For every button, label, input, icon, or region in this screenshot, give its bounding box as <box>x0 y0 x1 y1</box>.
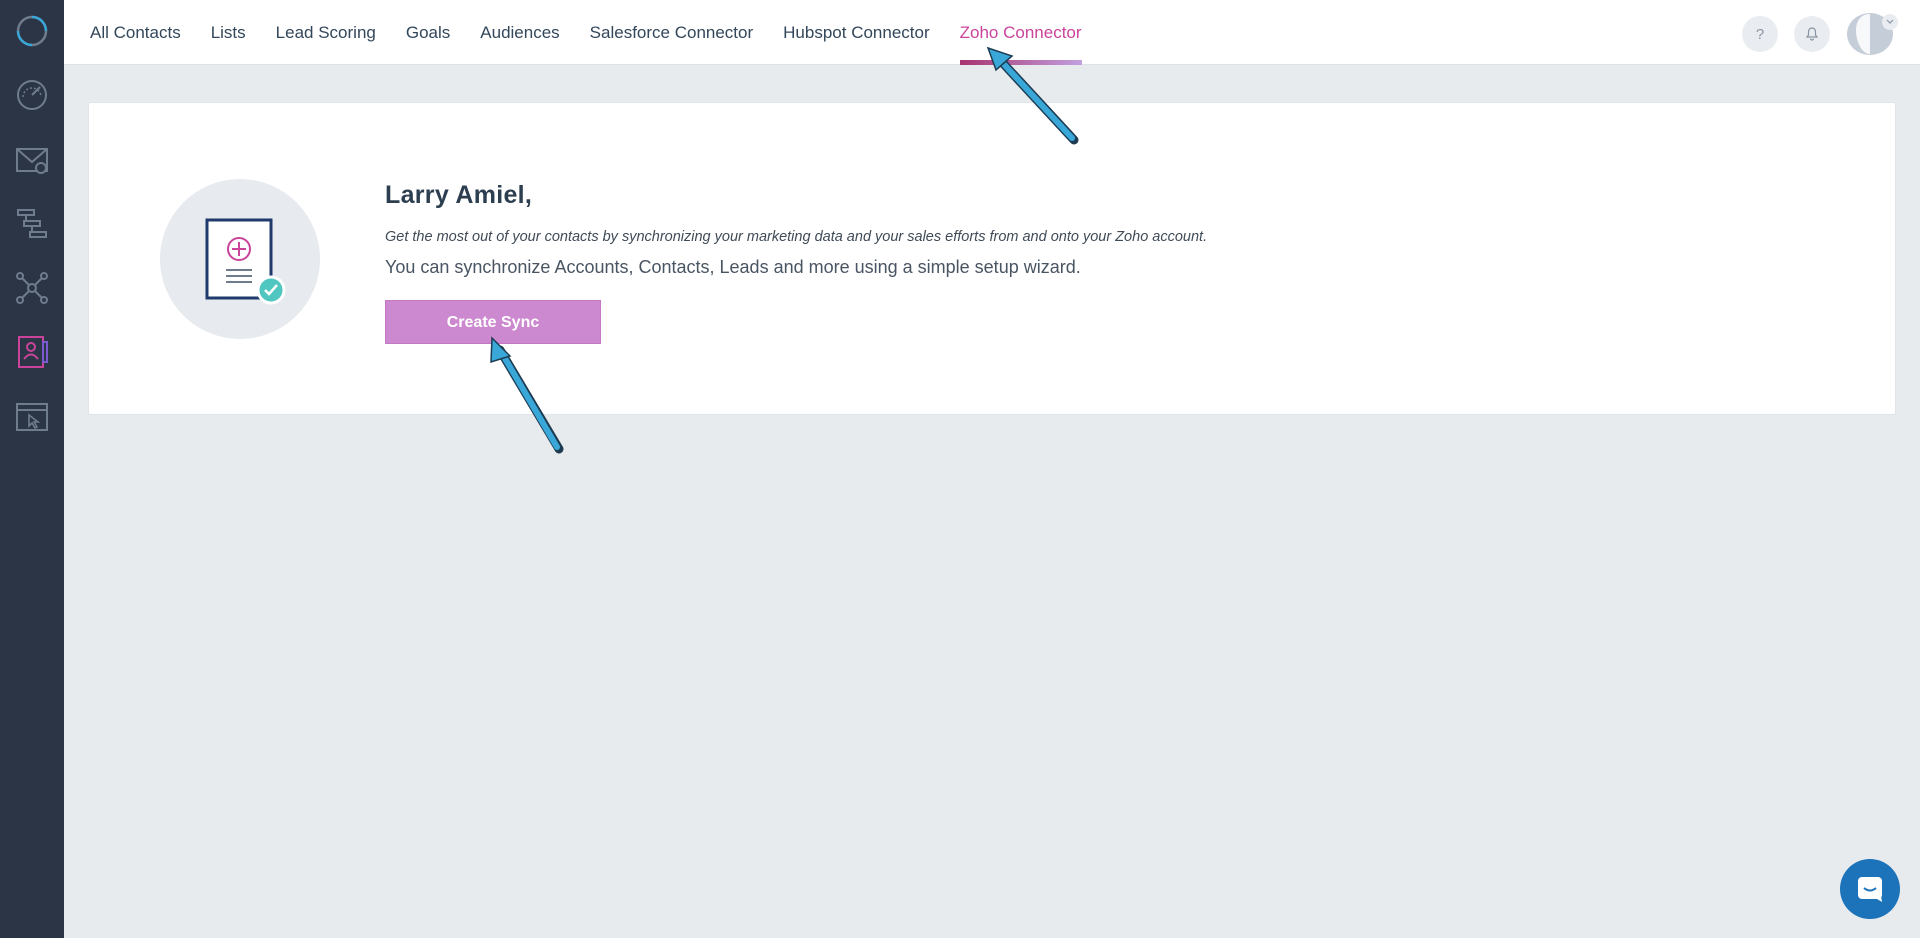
top-right-controls: ? <box>1726 12 1898 56</box>
tab-salesforce-connector[interactable]: Salesforce Connector <box>590 0 753 65</box>
landing-page-icon[interactable] <box>13 398 51 436</box>
chevron-down-icon <box>1882 14 1898 30</box>
user-avatar[interactable] <box>1846 12 1898 56</box>
intro-text: Get the most out of your contacts by syn… <box>385 229 1208 245</box>
left-sidebar <box>0 0 64 938</box>
help-icon: ? <box>1755 25 1765 43</box>
tab-lists[interactable]: Lists <box>211 0 246 65</box>
top-navigation: All Contacts Lists Lead Scoring Goals Au… <box>64 0 1920 65</box>
contacts-icon[interactable] <box>13 333 51 371</box>
email-icon[interactable] <box>13 141 51 179</box>
tab-lead-scoring[interactable]: Lead Scoring <box>276 0 376 65</box>
network-icon[interactable] <box>13 269 51 307</box>
tab-goals[interactable]: Goals <box>406 0 450 65</box>
document-check-icon <box>205 218 286 305</box>
tab-all-contacts[interactable]: All Contacts <box>90 0 181 65</box>
zoho-connector-card: Larry Amiel, Get the most out of your co… <box>88 102 1896 415</box>
bell-icon <box>1805 27 1819 41</box>
greeting-heading: Larry Amiel, <box>385 181 533 209</box>
automation-flow-icon[interactable] <box>13 205 51 243</box>
chat-launcher-button[interactable] <box>1840 859 1900 919</box>
notifications-button[interactable] <box>1794 16 1830 52</box>
tab-zoho-connector[interactable]: Zoho Connector <box>959 0 1082 65</box>
help-button[interactable]: ? <box>1742 16 1778 52</box>
tab-bar: All Contacts Lists Lead Scoring Goals Au… <box>90 0 1112 65</box>
tab-audiences[interactable]: Audiences <box>480 0 559 65</box>
sync-description: You can synchronize Accounts, Contacts, … <box>385 257 1081 277</box>
create-sync-button[interactable]: Create Sync <box>385 300 601 344</box>
dashboard-gauge-icon[interactable] <box>13 76 51 114</box>
sync-illustration <box>160 179 320 339</box>
tab-hubspot-connector[interactable]: Hubspot Connector <box>783 0 929 65</box>
logo-ring-icon[interactable] <box>13 12 51 50</box>
chat-icon <box>1858 877 1882 902</box>
